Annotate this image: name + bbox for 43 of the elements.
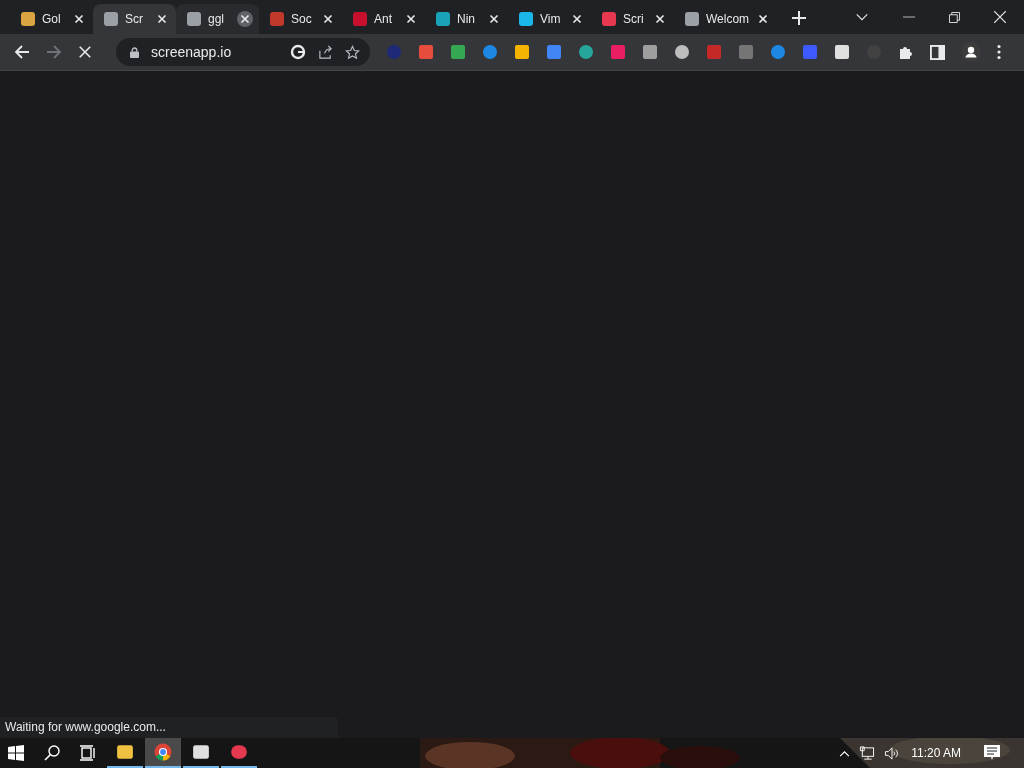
tab-title: Scr	[125, 12, 144, 26]
network-icon[interactable]	[859, 745, 876, 761]
forward-icon[interactable]	[46, 44, 62, 60]
browser-tab[interactable]: Scr	[93, 4, 176, 34]
tab-title: Soc	[291, 12, 313, 26]
tab-title: Vim	[540, 12, 562, 26]
profile-icon[interactable]	[961, 42, 981, 62]
star-icon[interactable]	[345, 44, 360, 60]
tab-title: ggl	[208, 12, 225, 26]
puzzle-icon[interactable]	[898, 44, 914, 60]
speaker-icon[interactable]	[884, 745, 901, 761]
address-bar[interactable]: screenapp.io	[116, 38, 370, 66]
notification-icon[interactable]	[984, 745, 1000, 761]
new-tab-icon[interactable]	[791, 10, 808, 26]
task-view-icon[interactable]	[80, 745, 96, 761]
status-bubble: Waiting for www.google.com...	[0, 717, 338, 738]
browser-tab[interactable]: Welcom	[674, 4, 778, 34]
tab-title: Ant	[374, 12, 393, 26]
browser-icon	[154, 743, 172, 761]
browser-tab[interactable]: Gol	[10, 4, 93, 34]
browser-tab[interactable]: Soc	[259, 4, 342, 34]
chevron-up-icon[interactable]	[839, 749, 851, 757]
browser-tab[interactable]: Nin	[425, 4, 508, 34]
tab-title: Nin	[457, 12, 476, 26]
url-text: screenapp.io	[151, 44, 232, 60]
browser-tab[interactable]: Vim	[508, 4, 591, 34]
menu-icon[interactable]	[997, 44, 1001, 60]
restore-icon[interactable]	[949, 11, 960, 23]
search-icon[interactable]	[44, 745, 60, 761]
browser-tab[interactable]: Scri	[591, 4, 674, 34]
share-icon[interactable]	[318, 44, 333, 60]
browser-tab[interactable]: Ant	[342, 4, 425, 34]
back-icon[interactable]	[14, 44, 30, 60]
tab-title: Gol	[42, 12, 62, 26]
tab-title: Welcom	[706, 12, 750, 26]
stop-icon[interactable]	[78, 45, 92, 59]
windows-start-icon[interactable]	[8, 745, 24, 761]
close-icon[interactable]	[237, 11, 253, 27]
side-panel-icon[interactable]	[930, 44, 945, 60]
close-icon[interactable]	[994, 11, 1006, 23]
lock-icon	[130, 46, 139, 58]
browser-tab[interactable]: ggl	[176, 4, 259, 34]
tab-title: Scri	[623, 12, 645, 26]
